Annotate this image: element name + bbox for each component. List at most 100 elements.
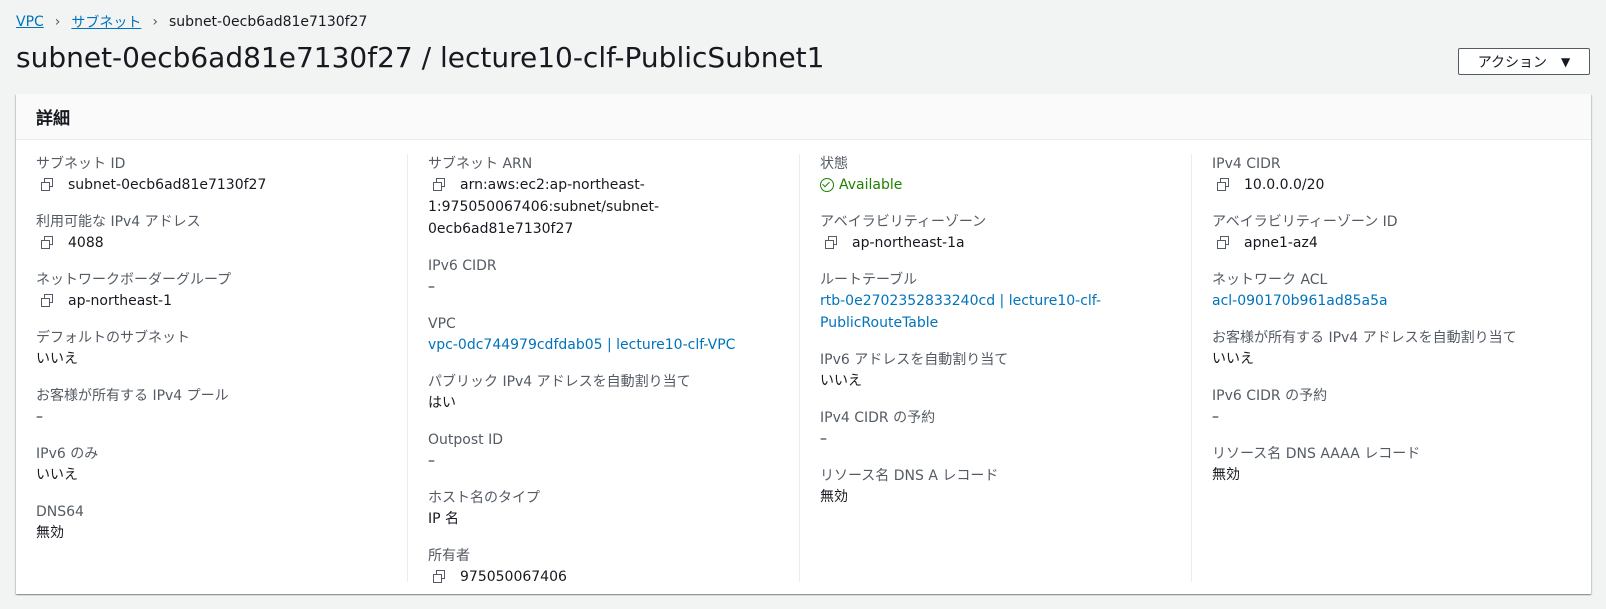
dns64-value: 無効 — [36, 525, 64, 541]
field-label: ホスト名のタイプ — [428, 490, 540, 506]
copy-icon[interactable] — [432, 569, 448, 585]
route-table-link[interactable]: rtb-0e2702352833240cd | lecture10-clf- P… — [820, 290, 1181, 334]
field-hostname-type: ホスト名のタイプ IP 名 — [428, 488, 789, 530]
details-column-1: サブネット ID subnet-0ecb6ad81e7130f27 利用可能な … — [16, 154, 408, 582]
dns-aaaa-record-value: 無効 — [1212, 467, 1240, 483]
ipv4-cidr-value: 10.0.0.0/20 — [1244, 177, 1325, 193]
field-value: subnet-0ecb6ad81e7130f27 — [36, 174, 397, 196]
page-title: subnet-0ecb6ad81e7130f27 / lecture10-clf… — [16, 41, 825, 74]
details-column-2: サブネット ARN arn:aws:ec2:ap-northeast- 1:97… — [408, 154, 800, 585]
field-label: 利用可能な IPv4 アドレス — [36, 214, 201, 230]
actions-dropdown-button[interactable]: アクション ▼ — [1458, 48, 1590, 75]
field-label: IPv6 CIDR の予約 — [1212, 388, 1328, 404]
copy-icon[interactable] — [1216, 235, 1232, 251]
owner-value: 975050067406 — [460, 569, 567, 585]
copy-icon[interactable] — [432, 177, 448, 193]
field-network-acl: ネットワーク ACL acl-090170b961ad85a5a — [1212, 270, 1574, 312]
field-label: お客様が所有する IPv4 プール — [36, 388, 229, 404]
breadcrumb-current: subnet-0ecb6ad81e7130f27 — [169, 14, 368, 30]
field-route-table: ルートテーブル rtb-0e2702352833240cd | lecture1… — [820, 270, 1181, 334]
status-badge: Available — [820, 174, 1181, 196]
copy-icon[interactable] — [824, 235, 840, 251]
field-network-border-group: ネットワークボーダーグループ ap-northeast-1 — [36, 270, 397, 312]
copy-icon[interactable] — [40, 293, 56, 309]
field-label: 状態 — [820, 156, 848, 172]
field-label: IPv6 のみ — [36, 446, 99, 462]
breadcrumb-vpc-link[interactable]: VPC — [16, 14, 44, 30]
field-customer-ipv4-pool: お客様が所有する IPv4 プール – — [36, 386, 397, 428]
field-ipv6-cidr-reservation: IPv6 CIDR の予約 – — [1212, 386, 1574, 428]
network-acl-link[interactable]: acl-090170b961ad85a5a — [1212, 290, 1574, 312]
route-table-line1: rtb-0e2702352833240cd | lecture10-clf- — [820, 293, 1101, 309]
dns-a-record-value: 無効 — [820, 489, 848, 505]
field-vpc: VPC vpc-0dc744979cdfdab05 | lecture10-cl… — [428, 314, 789, 356]
details-panel: 詳細 サブネット ID subnet-0ecb6ad81e7130f27 利用可… — [16, 94, 1591, 594]
field-dns64: DNS64 無効 — [36, 502, 397, 544]
field-label: サブネット ID — [36, 156, 126, 172]
field-label: ルートテーブル — [820, 272, 918, 288]
subnet-arn-value-line1: arn:aws:ec2:ap-northeast- — [460, 177, 645, 193]
field-ipv4-cidr-reservation: IPv4 CIDR の予約 – — [820, 408, 1181, 450]
field-label: IPv4 CIDR の予約 — [820, 410, 936, 426]
field-value: ap-northeast-1 — [36, 290, 397, 312]
breadcrumb: VPC › サブネット › subnet-0ecb6ad81e7130f27 — [16, 12, 367, 32]
copy-icon[interactable] — [1216, 177, 1232, 193]
field-subnet-id: サブネット ID subnet-0ecb6ad81e7130f27 — [36, 154, 397, 196]
az-id-value: apne1-az4 — [1244, 235, 1318, 251]
state-value: Available — [839, 177, 903, 193]
field-availability-zone: アベイラビリティーゾーン ap-northeast-1a — [820, 212, 1181, 254]
chevron-right-icon: › — [54, 14, 61, 30]
ipv4-cidr-reservation-value: – — [820, 431, 827, 447]
network-border-group-value: ap-northeast-1 — [68, 293, 173, 309]
default-subnet-value: いいえ — [36, 351, 78, 367]
breadcrumb-subnets-link[interactable]: サブネット — [71, 12, 141, 32]
field-label: お客様が所有する IPv4 アドレスを自動割り当て — [1212, 330, 1517, 346]
auto-assign-ipv6-value: いいえ — [820, 373, 862, 389]
auto-assign-public-ipv4-value: はい — [428, 395, 456, 411]
subnet-id-value: subnet-0ecb6ad81e7130f27 — [68, 177, 267, 193]
field-owner: 所有者 975050067406 — [428, 546, 789, 588]
field-value: apne1-az4 — [1212, 232, 1574, 254]
field-az-id: アベイラビリティーゾーン ID apne1-az4 — [1212, 212, 1574, 254]
ipv6-only-value: いいえ — [36, 467, 78, 483]
vpc-link[interactable]: vpc-0dc744979cdfdab05 | lecture10-clf-VP… — [428, 334, 789, 356]
field-label: デフォルトのサブネット — [36, 330, 190, 346]
check-circle-icon — [820, 178, 834, 192]
hostname-type-value: IP 名 — [428, 511, 460, 527]
caret-down-icon: ▼ — [1561, 54, 1571, 69]
outpost-id-value: – — [428, 453, 435, 469]
field-value: ap-northeast-1a — [820, 232, 1181, 254]
field-label: VPC — [428, 316, 456, 332]
field-value: 10.0.0.0/20 — [1212, 174, 1574, 196]
field-label: 所有者 — [428, 548, 470, 564]
field-ipv6-cidr: IPv6 CIDR – — [428, 256, 789, 298]
field-ipv4-cidr: IPv4 CIDR 10.0.0.0/20 — [1212, 154, 1574, 196]
customer-ipv4-pool-value: – — [36, 409, 43, 425]
copy-icon[interactable] — [40, 177, 56, 193]
field-label: ネットワーク ACL — [1212, 272, 1328, 288]
customer-ipv4-auto-value: いいえ — [1212, 351, 1254, 367]
field-dns-aaaa-record: リソース名 DNS AAAA レコード 無効 — [1212, 444, 1574, 486]
field-label: DNS64 — [36, 504, 84, 520]
field-subnet-arn: サブネット ARN arn:aws:ec2:ap-northeast- 1:97… — [428, 154, 789, 240]
field-label: サブネット ARN — [428, 156, 533, 172]
field-label: リソース名 DNS A レコード — [820, 468, 999, 484]
field-value: arn:aws:ec2:ap-northeast- 1:975050067406… — [428, 174, 789, 240]
field-auto-assign-ipv6: IPv6 アドレスを自動割り当て いいえ — [820, 350, 1181, 392]
field-label: IPv6 アドレスを自動割り当て — [820, 352, 1009, 368]
field-outpost-id: Outpost ID – — [428, 430, 789, 472]
details-column-4: IPv4 CIDR 10.0.0.0/20 アベイラビリティーゾーン ID ap… — [1192, 154, 1584, 582]
field-available-ipv4: 利用可能な IPv4 アドレス 4088 — [36, 212, 397, 254]
field-label: IPv6 CIDR — [428, 258, 497, 274]
field-label: ネットワークボーダーグループ — [36, 272, 232, 288]
details-heading: 詳細 — [36, 109, 70, 129]
copy-icon[interactable] — [40, 235, 56, 251]
details-header: 詳細 — [16, 94, 1591, 140]
field-label: アベイラビリティーゾーン — [820, 214, 987, 230]
field-auto-assign-public-ipv4: パブリック IPv4 アドレスを自動割り当て はい — [428, 372, 789, 414]
actions-label: アクション — [1477, 54, 1548, 71]
field-label: IPv4 CIDR — [1212, 156, 1281, 172]
details-column-3: 状態 Available アベイラビリティーゾーン ap-northeast-1… — [800, 154, 1192, 582]
field-label: リソース名 DNS AAAA レコード — [1212, 446, 1421, 462]
field-dns-a-record: リソース名 DNS A レコード 無効 — [820, 466, 1181, 508]
